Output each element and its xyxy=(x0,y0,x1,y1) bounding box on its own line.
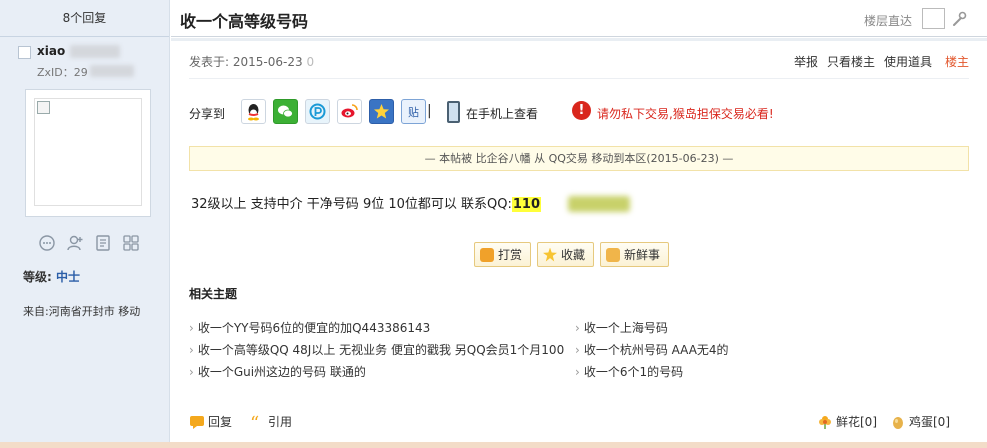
wallet-icon xyxy=(480,247,494,262)
reward-button[interactable]: 打赏 xyxy=(474,242,532,267)
related-item[interactable]: › 收一个Gui州这边的号码 联通的 xyxy=(189,363,366,380)
post-meta: 发表于: 2015-06-23 0 举报 只看楼主 使用道具 楼主 xyxy=(189,53,969,69)
warning-icon: ! xyxy=(572,101,591,120)
avatar[interactable] xyxy=(25,89,151,217)
view-on-mobile-link[interactable]: 在手机上查看 xyxy=(466,105,538,122)
mobile-phone-icon[interactable] xyxy=(447,101,460,123)
reply-icon xyxy=(190,415,204,429)
related-item[interactable]: › 收一个上海号码 xyxy=(575,319,668,336)
post-actions: 举报 只看楼主 使用道具 楼主 xyxy=(794,53,969,70)
chat-icon[interactable] xyxy=(36,232,57,253)
add-friend-icon[interactable] xyxy=(64,232,85,253)
redacted-name xyxy=(70,45,120,58)
post-content: 收一个高等级号码 楼层直达 发表于: 2015-06-23 0 举报 只看楼主 … xyxy=(171,0,987,448)
level-label: 等级: xyxy=(23,270,52,284)
share-bar: 分享到 贴 | 在手机上查看 ! 请勿私下交易,猴岛担保交易必看! xyxy=(189,99,969,127)
star-icon xyxy=(543,247,558,262)
floor-jump-label: 楼层直达 xyxy=(864,14,913,28)
related-item[interactable]: › 收一个杭州号码 AAA无4的 xyxy=(575,341,729,358)
post-footer: 回复 “ 引用 鲜花[0] 鸡蛋[0] xyxy=(189,413,969,433)
wechat-icon[interactable] xyxy=(273,99,298,124)
redacted-id xyxy=(90,65,134,77)
flower-icon xyxy=(819,415,831,429)
profile-icon[interactable] xyxy=(92,232,113,253)
egg-label: 鸡蛋[0] xyxy=(909,415,950,429)
title-bar: 收一个高等级号码 楼层直达 xyxy=(171,0,987,37)
op-badge: 楼主 xyxy=(944,55,969,69)
fresh-button[interactable]: 新鲜事 xyxy=(600,242,670,267)
flower-label: 鲜花[0] xyxy=(836,415,877,429)
reward-label: 打赏 xyxy=(498,248,523,262)
post-body-text: 32级以上 支持中介 干净号码 9位 10位都可以 联系QQ: xyxy=(191,197,512,212)
user-action-icons xyxy=(36,232,141,253)
pengyou-icon[interactable] xyxy=(305,99,330,124)
egg-button[interactable]: 鸡蛋[0] xyxy=(890,413,950,430)
page-title: 收一个高等级号码 xyxy=(180,12,309,31)
share-divider: | xyxy=(427,103,432,119)
author-checkbox[interactable] xyxy=(18,46,31,59)
weibo-icon[interactable] xyxy=(337,99,362,124)
divider xyxy=(189,78,969,79)
related-title: 相关主题 xyxy=(189,287,238,301)
use-tool-link[interactable]: 使用道具 xyxy=(884,53,932,70)
grid-icon[interactable] xyxy=(120,232,141,253)
fresh-label: 新鲜事 xyxy=(624,248,661,262)
only-op-link[interactable]: 只看楼主 xyxy=(827,53,875,70)
post-date-zero: 0 xyxy=(306,55,315,69)
collect-label: 收藏 xyxy=(561,248,586,262)
quote-button[interactable]: “ 引用 xyxy=(249,413,292,430)
favorite-star-icon[interactable] xyxy=(369,99,394,124)
egg-icon xyxy=(893,416,903,429)
author-sidebar: 8个回复 xiao ZxID：29 等级: 中士 来自:河南省开封市 移动 xyxy=(0,0,170,448)
qq-icon[interactable] xyxy=(241,99,266,124)
quote-icon: “ xyxy=(250,414,259,430)
svg-text:“: “ xyxy=(250,414,259,430)
related-item[interactable]: › 收一个YY号码6位的便宜的加Q443386143 xyxy=(189,319,430,336)
reply-label: 回复 xyxy=(208,415,233,429)
qq-number: 110 xyxy=(511,197,542,212)
fresh-icon xyxy=(606,247,621,262)
related-item[interactable]: › 收一个6个1的号码 xyxy=(575,363,683,380)
author-name[interactable]: xiao xyxy=(37,44,65,58)
post-date-text: 发表于: 2015-06-23 xyxy=(189,55,303,69)
separator xyxy=(171,38,987,41)
related-item[interactable]: › 收一个高等级QQ 48J以上 无视业务 便宜的戳我 另QQ会员1个月100 xyxy=(189,341,564,358)
user-level: 等级: 中士 xyxy=(23,268,80,285)
reply-button[interactable]: 回复 xyxy=(189,413,232,430)
post-body: 32级以上 支持中介 干净号码 9位 10位都可以 联系QQ:110 xyxy=(191,193,542,212)
svg-text:贴: 贴 xyxy=(408,105,419,119)
flower-button[interactable]: 鲜花[0] xyxy=(817,413,877,430)
collect-button[interactable]: 收藏 xyxy=(537,242,595,267)
broken-image-icon xyxy=(37,101,50,114)
post-date: 发表于: 2015-06-23 0 xyxy=(189,53,314,70)
bottom-strip xyxy=(0,442,987,448)
post-action-buttons: 打赏 收藏 新鲜事 xyxy=(474,242,670,267)
reply-count: 8个回复 xyxy=(0,0,169,37)
wrench-icon[interactable] xyxy=(950,10,968,28)
tieba-icon[interactable]: 贴 xyxy=(401,99,426,124)
warning-link[interactable]: 请勿私下交易,猴岛担保交易必看! xyxy=(597,105,774,122)
report-link[interactable]: 举报 xyxy=(794,53,818,70)
avatar-image xyxy=(34,98,142,206)
share-icons: 贴 xyxy=(241,99,426,124)
level-value[interactable]: 中士 xyxy=(56,270,80,284)
move-notice: — 本帖被 比企谷八幡 从 QQ交易 移动到本区(2015-06-23) — xyxy=(189,146,969,171)
share-label: 分享到 xyxy=(189,107,226,121)
redacted-qq xyxy=(568,196,630,212)
author-id: ZxID：29 xyxy=(37,66,88,79)
floor-jump-input[interactable] xyxy=(922,8,945,29)
user-location: 来自:河南省开封市 移动 xyxy=(23,305,141,318)
quote-label: 引用 xyxy=(268,415,293,429)
